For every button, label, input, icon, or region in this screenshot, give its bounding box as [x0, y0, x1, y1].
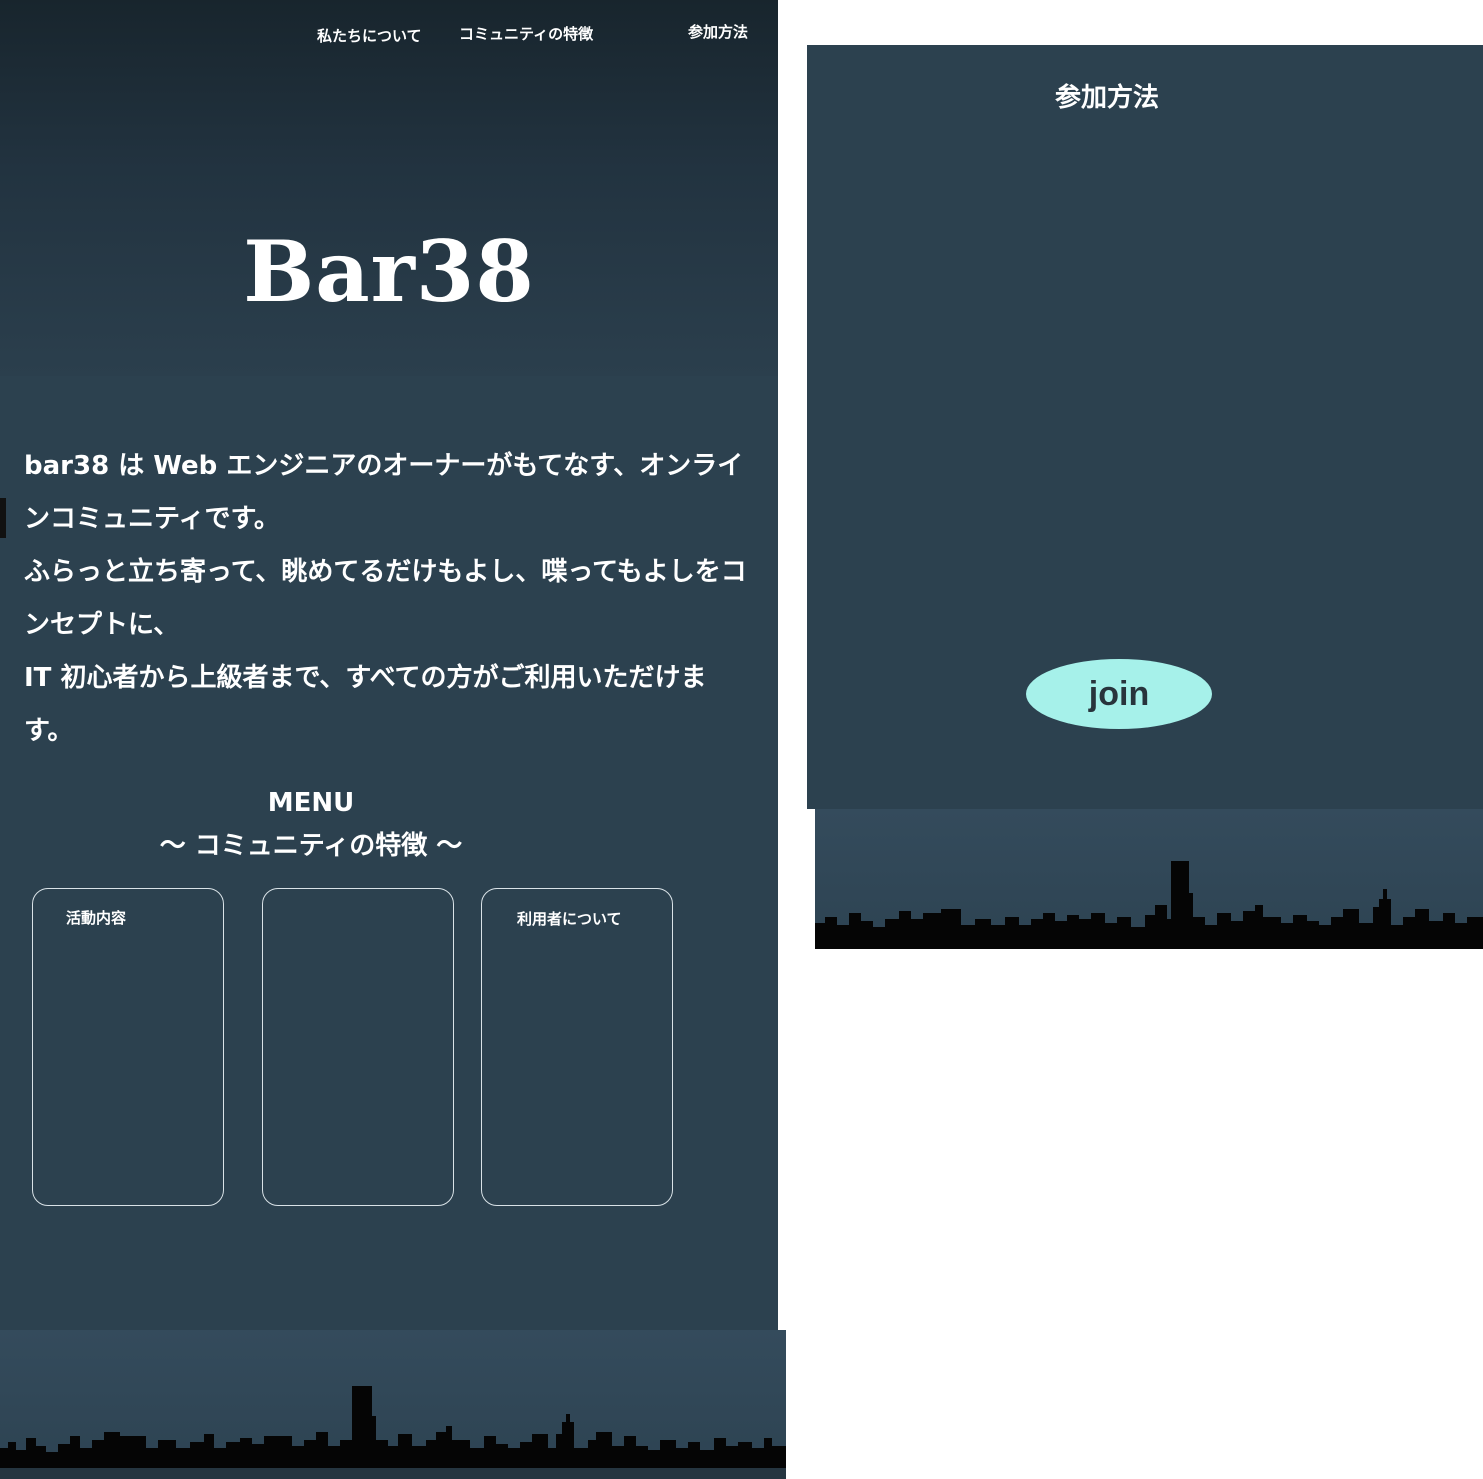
city-skyline-icon [815, 861, 1483, 949]
footer-edge [0, 1468, 786, 1479]
edge-marker [0, 498, 6, 538]
join-section: 参加方法 join [807, 45, 1483, 809]
city-skyline-icon [0, 1386, 786, 1470]
card-title: 利用者について [517, 910, 622, 928]
brand-title: Bar38 [243, 222, 535, 321]
main-page: 私たちについて コミュニティの特徴 参加方法 Bar38 bar38 は Web… [0, 0, 778, 1479]
skyline-footer-right [815, 809, 1483, 949]
join-section-title: 参加方法 [1054, 83, 1159, 113]
skyline-footer-left [0, 1330, 786, 1470]
nav-link-join[interactable]: 参加方法 [688, 21, 748, 42]
menu-title: MENU [267, 788, 355, 818]
feature-card-empty[interactable] [262, 888, 454, 1206]
join-button[interactable]: join [1026, 659, 1212, 729]
intro-line-3: IT 初心者から上級者まで、すべての方がご利用いただけます。 [24, 663, 707, 746]
hero-section: 私たちについて コミュニティの特徴 参加方法 Bar38 [0, 0, 778, 376]
menu-subtitle: ～ コミュニティの特徴 ～ [159, 831, 463, 861]
intro-line-1: bar38 は Web エンジニアのオーナーがもてなす、オンラインコミュニティで… [24, 451, 744, 534]
nav-link-about[interactable]: 私たちについて [317, 25, 422, 46]
feature-card-users[interactable]: 利用者について [481, 888, 673, 1206]
intro-line-2: ふらっと立ち寄って、眺めてるだけもよし、喋ってもよしをコンセプトに、 [24, 557, 747, 640]
card-title: 活動内容 [66, 909, 127, 927]
intro-text: bar38 は Web エンジニアのオーナーがもてなす、オンラインコミュニティで… [24, 440, 754, 758]
menu-heading: MENU ～ コミュニティの特徴 ～ [0, 782, 622, 868]
feature-card-activities[interactable]: 活動内容 [32, 888, 224, 1206]
nav-link-features[interactable]: コミュニティの特徴 [459, 23, 593, 44]
